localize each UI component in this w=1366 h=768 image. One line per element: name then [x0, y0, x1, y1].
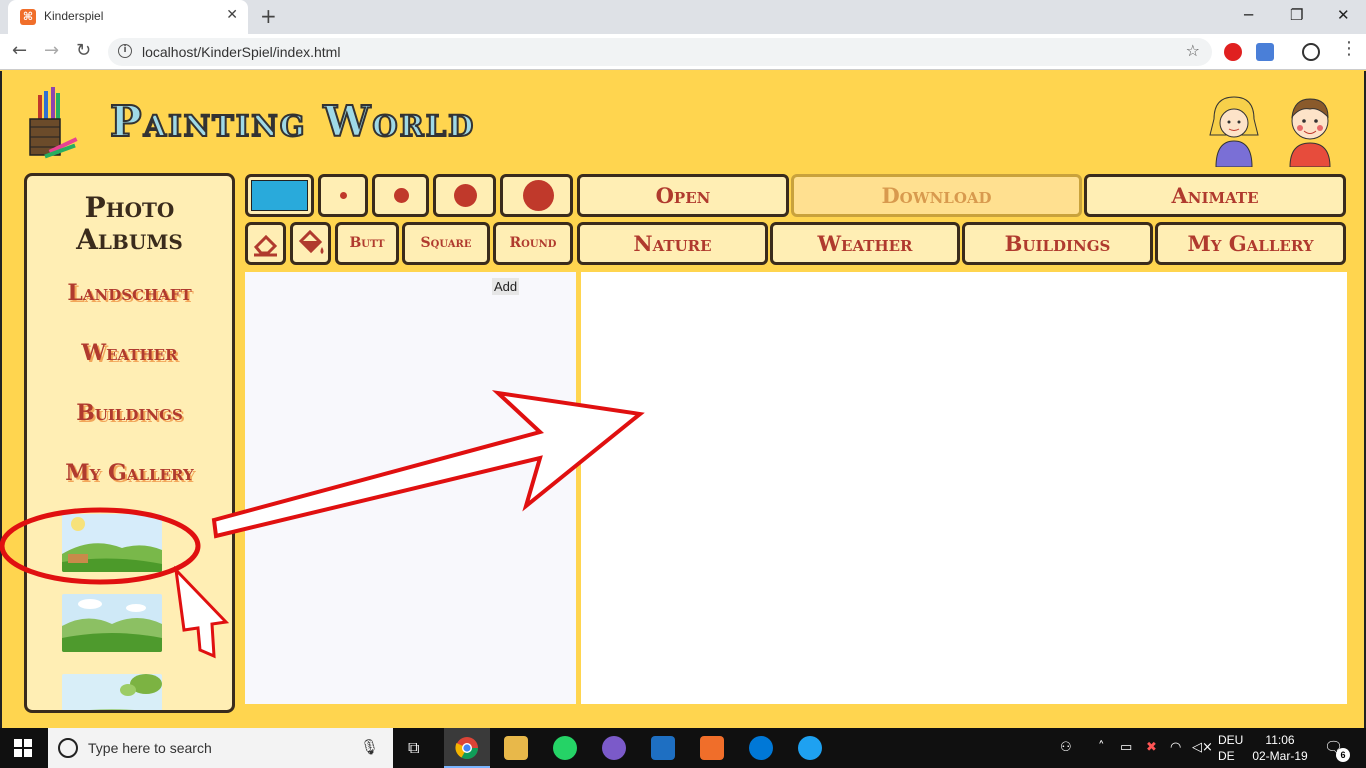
sidebar-link-landschaft[interactable]: Landschaft: [27, 280, 232, 306]
app-frame-icon[interactable]: [651, 736, 675, 760]
sidebar-link-buildings[interactable]: Buildings: [27, 400, 232, 426]
show-hidden-icons-icon[interactable]: ˄: [1098, 740, 1105, 755]
eraser-button[interactable]: [245, 222, 286, 265]
task-view-icon[interactable]: ⧉: [408, 738, 419, 758]
open-button[interactable]: Open: [577, 174, 789, 217]
brush-dot-m-icon: [454, 184, 477, 207]
xampp-favicon-icon: ⌘: [20, 9, 36, 25]
xampp-icon[interactable]: [700, 736, 724, 760]
category-my-gallery-button[interactable]: My Gallery: [1155, 222, 1346, 265]
paint-bucket-icon: [298, 229, 324, 254]
back-icon[interactable]: ←: [12, 40, 27, 61]
page-content: Painting World Photo Albums Landschaft W…: [0, 71, 1366, 728]
clock-time: 11:06: [1265, 733, 1295, 747]
translate-extension-icon[interactable]: [1256, 43, 1274, 61]
tab-title: Kinderspiel: [44, 9, 104, 23]
line-cap-square-button[interactable]: Square: [402, 222, 490, 265]
window-close-icon[interactable]: ✕: [1337, 6, 1350, 24]
bookmark-star-icon[interactable]: ☆: [1186, 41, 1200, 60]
wifi-icon[interactable]: ◠: [1170, 740, 1181, 755]
windows-taskbar: Type here to search 🎙 ⧉ ⚇ ˄ ▭ ✖ ◠ ◁× DEU…: [0, 728, 1366, 768]
cortana-icon: [58, 738, 78, 758]
landscape-thumbnail-3[interactable]: [62, 674, 162, 713]
reload-icon[interactable]: ↻: [76, 40, 91, 61]
animate-button[interactable]: Animate: [1084, 174, 1346, 217]
file-explorer-icon[interactable]: [504, 736, 528, 760]
cat-app-icon[interactable]: [602, 736, 626, 760]
color-picker-button[interactable]: [245, 174, 314, 217]
chrome-icon[interactable]: [455, 736, 479, 760]
windows-start-icon[interactable]: [14, 739, 32, 757]
brush-size-s-button[interactable]: [372, 174, 429, 217]
sidebar-title-line2: Albums: [76, 223, 183, 256]
browser-tab-bar: ⌘ Kinderspiel ✕ + ─ ❐ ✕: [0, 0, 1366, 34]
sidebar-link-weather[interactable]: Weather: [27, 340, 232, 366]
whatsapp-icon[interactable]: [553, 736, 577, 760]
browser-tab[interactable]: ⌘ Kinderspiel ✕: [8, 0, 248, 34]
input-language[interactable]: DEU DE: [1218, 732, 1243, 764]
minimize-icon[interactable]: ─: [1244, 6, 1253, 24]
drawing-canvas[interactable]: [581, 272, 1347, 704]
category-nature-button[interactable]: Nature: [577, 222, 768, 265]
network-error-icon[interactable]: ✖: [1146, 740, 1157, 755]
address-bar[interactable]: i localhost/KinderSpiel/index.html ☆: [108, 38, 1212, 66]
brush-dot-xs-icon: [340, 192, 347, 199]
girl-avatar-icon: [1209, 96, 1259, 167]
line-cap-round-button[interactable]: Round: [493, 222, 573, 265]
line-cap-butt-button[interactable]: Butt: [335, 222, 399, 265]
category-buildings-button[interactable]: Buildings: [962, 222, 1153, 265]
microphone-icon[interactable]: 🎙: [360, 738, 379, 756]
taskbar-search-box[interactable]: Type here to search 🎙: [48, 728, 393, 768]
forward-icon[interactable]: →: [44, 40, 59, 61]
lang-line1: DEU: [1218, 733, 1244, 747]
url-text[interactable]: localhost/KinderSpiel/index.html: [142, 44, 340, 60]
browser-toolbar: ← → ↻ i localhost/KinderSpiel/index.html…: [0, 34, 1366, 70]
sidebar-link-my-gallery[interactable]: My Gallery: [27, 460, 232, 486]
photo-albums-sidebar: Photo Albums Landschaft Weather Building…: [24, 173, 235, 713]
profile-avatar-icon[interactable]: [1302, 43, 1320, 61]
brush-dot-s-icon: [394, 188, 409, 203]
edge-icon[interactable]: [749, 736, 773, 760]
tab-close-icon[interactable]: ✕: [226, 7, 238, 23]
brush-size-m-button[interactable]: [433, 174, 496, 217]
add-button[interactable]: Add: [492, 278, 520, 295]
brush-dot-l-icon: [523, 180, 554, 211]
system-clock[interactable]: 11:06 02-Mar-19: [1250, 732, 1310, 764]
eraser-icon: [253, 234, 278, 257]
volume-muted-icon[interactable]: ◁×: [1192, 740, 1213, 755]
fill-bucket-button[interactable]: [290, 222, 331, 265]
landscape-thumbnail-2[interactable]: [62, 594, 162, 652]
color-swatch: [251, 180, 308, 211]
notification-count-badge: 6: [1336, 748, 1350, 762]
category-weather-button[interactable]: Weather: [770, 222, 960, 265]
people-icon[interactable]: ⚇: [1060, 740, 1072, 755]
internet-explorer-icon[interactable]: [798, 736, 822, 760]
info-icon[interactable]: i: [118, 44, 132, 58]
brush-size-xs-button[interactable]: [318, 174, 368, 217]
left-image-panel: [245, 272, 576, 704]
download-button[interactable]: Download: [791, 174, 1082, 217]
landscape-thumbnail-1[interactable]: [62, 514, 162, 572]
lang-line2: DE: [1218, 749, 1235, 763]
boy-avatar-icon: [1289, 98, 1331, 167]
sidebar-title-line1: Photo: [84, 191, 175, 224]
pencil-cup-icon: [29, 87, 78, 159]
menu-icon[interactable]: ⋮: [1340, 38, 1358, 59]
battery-icon[interactable]: ▭: [1120, 740, 1132, 755]
search-placeholder: Type here to search: [88, 740, 212, 756]
brush-size-l-button[interactable]: [500, 174, 573, 217]
adblock-extension-icon[interactable]: [1224, 43, 1242, 61]
restore-icon[interactable]: ❐: [1290, 6, 1303, 24]
clock-date: 02-Mar-19: [1252, 749, 1308, 763]
new-tab-icon[interactable]: +: [260, 4, 277, 28]
app-title: Painting World: [109, 96, 476, 147]
